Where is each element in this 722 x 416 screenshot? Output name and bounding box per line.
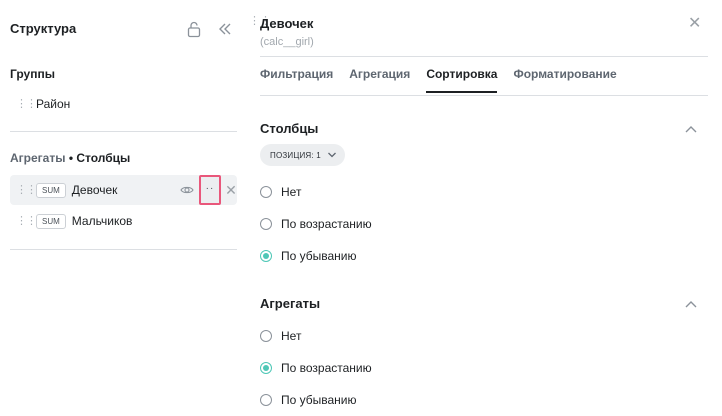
drag-handle-icon[interactable]: ⋮⋮	[16, 216, 37, 227]
eye-icon[interactable]	[180, 183, 194, 197]
chevron-down-icon	[327, 152, 336, 158]
aggregate-item-label: Мальчиков	[71, 214, 133, 228]
tab-divider	[260, 95, 708, 96]
tab-formatting[interactable]: Форматирование	[513, 67, 616, 91]
radio-label: По возрастанию	[281, 361, 372, 375]
more-menu-button[interactable]: ··	[199, 175, 221, 205]
radio-button-checked[interactable]	[260, 362, 272, 374]
aggregates-sort-desc[interactable]: По убыванию	[260, 391, 357, 409]
radio-label: Нет	[281, 329, 302, 343]
separator-dot: •	[68, 151, 74, 165]
columns-label: Столбцы	[76, 151, 131, 165]
tab-filtration[interactable]: Фильтрация	[260, 67, 333, 91]
group-item-rayon[interactable]: ⋮⋮ Район	[10, 89, 237, 119]
drag-handle-icon[interactable]: ⋮⋮	[16, 99, 37, 110]
aggregate-item-malchikov[interactable]: ⋮⋮ SUM Мальчиков	[10, 206, 237, 236]
aggregate-item-label: Девочек	[71, 183, 118, 197]
radio-button[interactable]	[260, 394, 272, 406]
group-item-label: Район	[36, 97, 71, 111]
structure-title: Структура	[10, 21, 77, 36]
remove-icon[interactable]: ✕	[225, 182, 237, 199]
radio-label: По убыванию	[281, 393, 357, 407]
tab-bar: Фильтрация Агрегация Сортировка Форматир…	[260, 67, 633, 93]
field-settings-panel: ⋮⋮ Девочек (calc__girl) ✕ Фильтрация Агр…	[244, 0, 722, 416]
sum-badge: SUM	[36, 213, 66, 229]
aggregates-label: Агрегаты	[10, 151, 66, 165]
columns-section-title: Столбцы	[260, 121, 319, 136]
structure-panel: Структура Группы ⋮⋮ Район Агрегаты • Сто…	[0, 0, 244, 416]
position-select-label: ПОЗИЦИЯ: 1	[270, 150, 321, 160]
sum-badge: SUM	[36, 182, 66, 198]
tab-sorting[interactable]: Сортировка	[426, 67, 498, 93]
close-icon[interactable]: ✕	[688, 13, 701, 33]
aggregates-sort-none[interactable]: Нет	[260, 327, 301, 345]
divider	[260, 56, 708, 57]
groups-label: Группы	[10, 67, 55, 81]
divider	[10, 249, 237, 250]
chevron-up-icon[interactable]	[684, 124, 698, 134]
radio-button[interactable]	[260, 330, 272, 342]
tab-aggregation[interactable]: Агрегация	[349, 67, 410, 91]
columns-sort-asc[interactable]: По возрастанию	[260, 215, 372, 233]
aggregates-section-title: Агрегаты	[260, 296, 321, 311]
row-tools: ·· ✕	[180, 175, 237, 205]
chevron-up-icon[interactable]	[684, 299, 698, 309]
columns-sort-none[interactable]: Нет	[260, 183, 301, 201]
aggregate-item-devochek[interactable]: ⋮⋮ SUM Девочек ·· ✕	[10, 175, 237, 205]
radio-label: По убыванию	[281, 249, 357, 263]
double-chevron-left-icon[interactable]	[217, 21, 233, 37]
panel-title: Девочек	[260, 16, 314, 31]
lock-icon[interactable]	[186, 20, 202, 38]
drag-handle-icon[interactable]: ⋮⋮	[16, 185, 37, 196]
divider	[10, 131, 237, 132]
columns-sort-desc[interactable]: По убыванию	[260, 247, 357, 265]
radio-button[interactable]	[260, 218, 272, 230]
radio-label: Нет	[281, 185, 302, 199]
aggregates-columns-label: Агрегаты • Столбцы	[10, 151, 130, 165]
radio-button-checked[interactable]	[260, 250, 272, 262]
radio-label: По возрастанию	[281, 217, 372, 231]
position-select[interactable]: ПОЗИЦИЯ: 1	[260, 144, 345, 166]
more-dots-icon: ··	[205, 182, 215, 194]
aggregates-sort-asc[interactable]: По возрастанию	[260, 359, 372, 377]
panel-subtitle: (calc__girl)	[260, 36, 314, 48]
radio-button[interactable]	[260, 186, 272, 198]
